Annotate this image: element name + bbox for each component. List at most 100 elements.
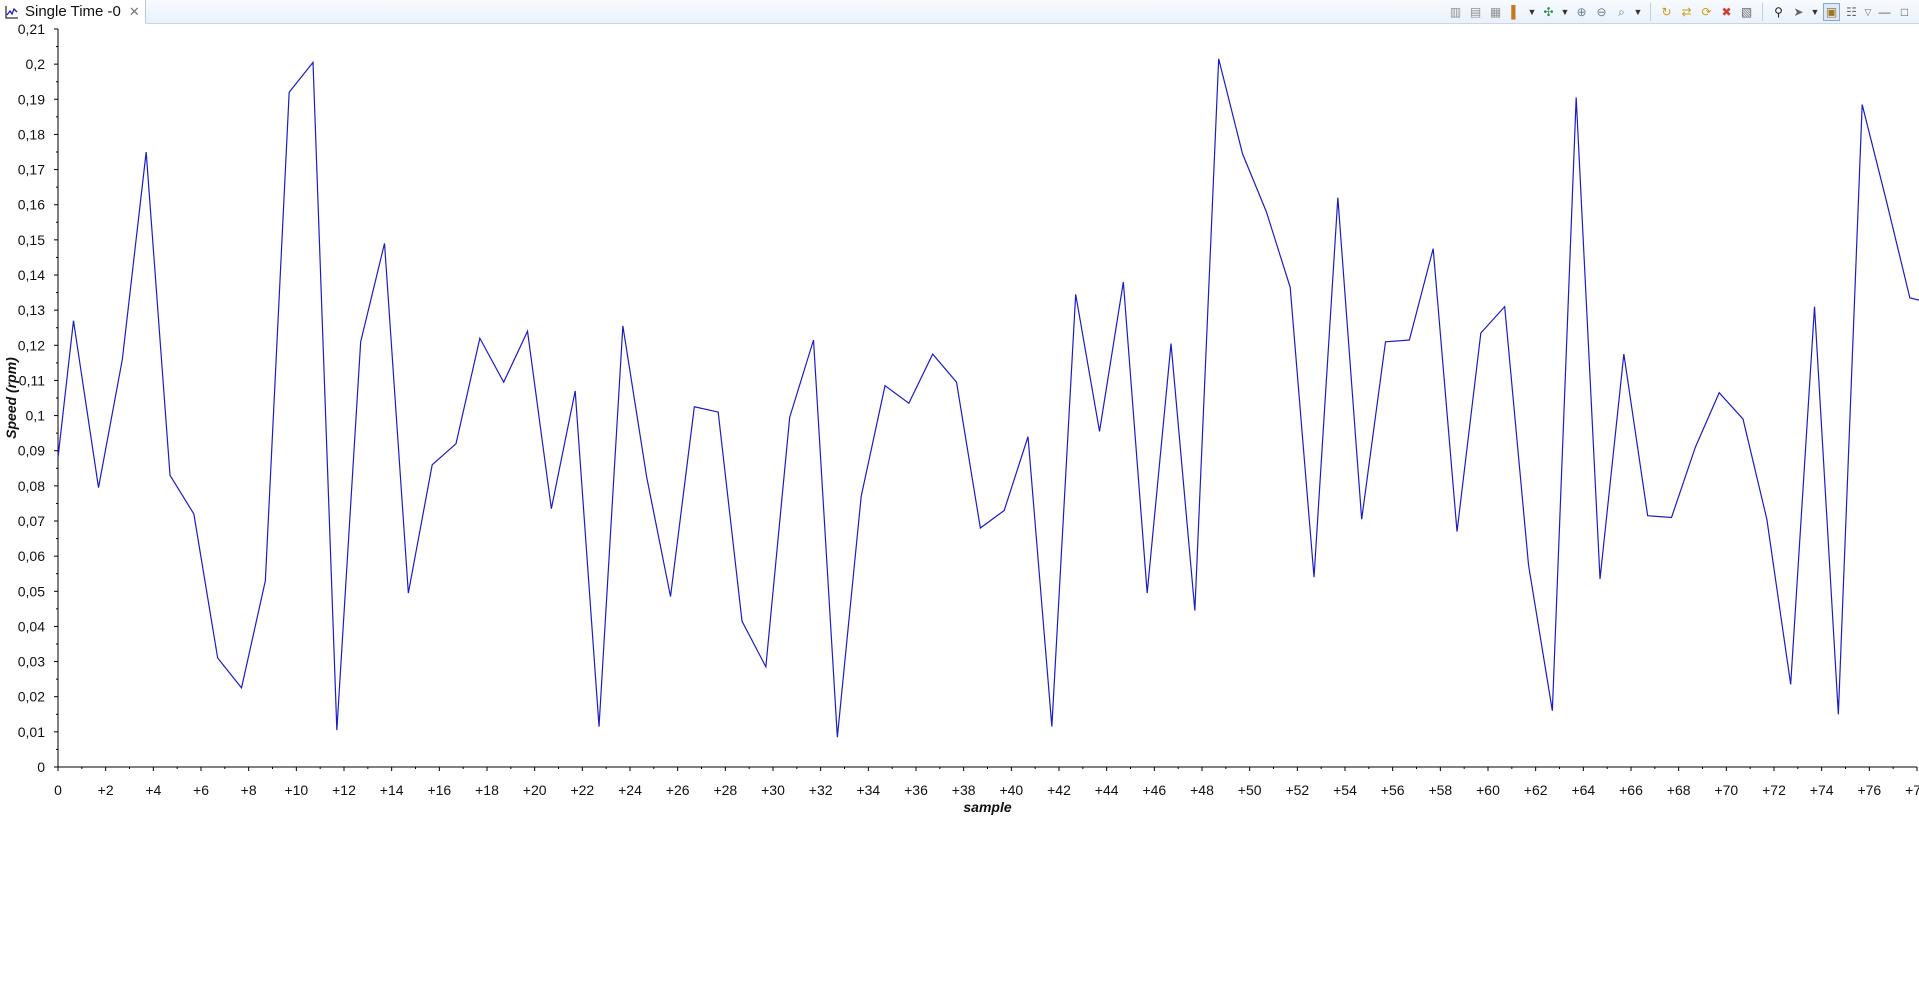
x-tick-label: +28: [713, 782, 737, 798]
series-icon[interactable]: ▌: [1507, 3, 1524, 21]
view-top-bar: Single Time -0 ✕ ▥ ▤ ▦ ▌ ▼ ✣ ▼ ⊕ ⊖ ⌕ ▼ ↻ ⇄ ⟳ ✖ ▧ ⚲ ➤ ▼ ▣ ☷ ▽ —…: [0, 0, 1919, 24]
zoom-fit-icon[interactable]: ⌕: [1613, 3, 1630, 21]
x-tick-label: +64: [1571, 782, 1595, 798]
x-tick-label: +76: [1857, 782, 1881, 798]
x-tick-label: +50: [1238, 782, 1262, 798]
x-tick-label: +40: [999, 782, 1023, 798]
export-icon[interactable]: ▧: [1738, 3, 1755, 21]
x-tick-label: +16: [427, 782, 451, 798]
y-tick-label: 0,07: [18, 513, 45, 529]
y-tick-label: 0,01: [18, 724, 45, 740]
x-tick-label: +58: [1428, 782, 1452, 798]
x-tick-label: +42: [1047, 782, 1071, 798]
x-tick-label: +54: [1333, 782, 1357, 798]
x-tick-label: +38: [952, 782, 976, 798]
x-axis-label: sample: [963, 799, 1011, 815]
speed-chart: 0 0,01 0,02 0,03 0,04 0,05 0,06 0,07 0,08 0,09 0,1…: [3, 21, 1919, 815]
x-tick-label: +68: [1667, 782, 1691, 798]
binoculars-icon[interactable]: ⚲: [1770, 3, 1787, 21]
close-icon[interactable]: ✕: [129, 4, 140, 20]
x-tick-label: +78: [1905, 782, 1919, 798]
series-menu-chevron-down-icon[interactable]: ▼: [1527, 3, 1537, 21]
chart-icon: [4, 4, 20, 20]
x-tick-label: +60: [1476, 782, 1500, 798]
x-tick-label: +62: [1524, 782, 1548, 798]
properties-icon[interactable]: ☷: [1843, 3, 1860, 21]
separator: [1762, 3, 1763, 21]
x-tick-label: +30: [761, 782, 785, 798]
y-tick-label: 0,06: [18, 548, 45, 564]
y-tick-label: 0,12: [18, 337, 45, 353]
zoom-in-icon[interactable]: ⊕: [1573, 3, 1590, 21]
y-tick-label: 0,09: [18, 443, 45, 459]
y-tick-label: 0,02: [18, 689, 45, 705]
y-tick-label: 0,04: [18, 618, 45, 634]
marker-menu-chevron-down-icon[interactable]: ▼: [1560, 3, 1570, 21]
separator: [1650, 3, 1651, 21]
x-tick-label: +52: [1285, 782, 1309, 798]
x-tick-label: +36: [904, 782, 928, 798]
clear-icon[interactable]: ✖: [1718, 3, 1735, 21]
y-tick-label: 0,08: [18, 478, 45, 494]
y-axis-label: Speed (rpm): [3, 357, 19, 439]
x-tick-label: +6: [193, 782, 209, 798]
x-tick-label: +44: [1095, 782, 1119, 798]
refresh-icon[interactable]: ↻: [1658, 3, 1675, 21]
x-tick-label: +72: [1762, 782, 1786, 798]
y-tick-label: 0,19: [18, 91, 45, 107]
pointer-menu-chevron-down-icon[interactable]: ▼: [1810, 3, 1820, 21]
tab-title: Single Time -0: [25, 2, 121, 20]
series-layer: [57, 58, 1919, 738]
maximize-icon[interactable]: □: [1896, 3, 1913, 21]
y-tick-label: 0,15: [18, 232, 45, 248]
axes: 0 0,01 0,02 0,03 0,04 0,05 0,06 0,07 0,08 0,09 0,1…: [3, 21, 1919, 815]
view-menu-chevron-down-icon[interactable]: ▽: [1863, 3, 1873, 21]
x-tick-label: +2: [98, 782, 114, 798]
pointer-icon[interactable]: ➤: [1790, 3, 1807, 21]
layout-icon[interactable]: ▣: [1823, 3, 1840, 21]
y-tick-label: 0,18: [18, 126, 45, 142]
y-tick-label: 0,03: [18, 654, 45, 670]
zoom-menu-chevron-down-icon[interactable]: ▼: [1633, 3, 1643, 21]
x-tick-label: +34: [856, 782, 880, 798]
x-tick-label: +14: [380, 782, 404, 798]
align-icon[interactable]: ▤: [1467, 3, 1484, 21]
x-tick-label: +4: [145, 782, 161, 798]
x-tick-label: +32: [809, 782, 833, 798]
y-tick-label: 0,16: [18, 197, 45, 213]
marker-icon[interactable]: ✣: [1540, 3, 1557, 21]
tab-single-time[interactable]: Single Time -0 ✕: [0, 0, 146, 24]
y-tick-label: 0,14: [18, 267, 45, 283]
y-tick-label: 0,05: [18, 583, 45, 599]
x-tick-label: +12: [332, 782, 356, 798]
x-tick-label: +48: [1190, 782, 1214, 798]
y-tick-label: 0,21: [18, 24, 45, 37]
plot-settings-icon[interactable]: ▥: [1447, 3, 1464, 21]
x-tick-label: +20: [523, 782, 547, 798]
x-tick-label: +26: [666, 782, 690, 798]
zoom-out-icon[interactable]: ⊖: [1593, 3, 1610, 21]
x-tick-label: +22: [570, 782, 594, 798]
single-time-view: Single Time -0 ✕ ▥ ▤ ▦ ▌ ▼ ✣ ▼ ⊕ ⊖ ⌕ ▼ ↻ ⇄ ⟳ ✖ ▧ ⚲ ➤ ▼ ▣ ☷ ▽ —…: [0, 0, 1919, 995]
x-tick-label: +8: [241, 782, 257, 798]
x-tick-label: +46: [1142, 782, 1166, 798]
update-icon[interactable]: ⟳: [1698, 3, 1715, 21]
x-tick-label: +66: [1619, 782, 1643, 798]
y-tick-label: 0,1: [26, 408, 46, 424]
x-tick-label: +18: [475, 782, 499, 798]
x-tick-label: +70: [1714, 782, 1738, 798]
x-tick-label: +24: [618, 782, 642, 798]
speed-series-line: [57, 58, 1919, 738]
x-tick-label: +74: [1810, 782, 1834, 798]
y-tick-label: 0,2: [26, 56, 46, 72]
minimize-icon[interactable]: —: [1876, 3, 1893, 21]
x-tick-label: +10: [284, 782, 308, 798]
x-tick-label: +56: [1381, 782, 1405, 798]
y-tick-label: 0,13: [18, 302, 45, 318]
chart-area: 0 0,01 0,02 0,03 0,04 0,05 0,06 0,07 0,08 0,09 0,1…: [0, 21, 1919, 995]
y-tick-label: 0,11: [19, 372, 45, 388]
chart-toolbar: ▥ ▤ ▦ ▌ ▼ ✣ ▼ ⊕ ⊖ ⌕ ▼ ↻ ⇄ ⟳ ✖ ▧ ⚲ ➤ ▼ ▣ ☷ ▽ — □: [1447, 1, 1913, 23]
y-tick-label: 0: [37, 759, 45, 775]
format-icon[interactable]: ▦: [1487, 3, 1504, 21]
sync-icon[interactable]: ⇄: [1678, 3, 1695, 21]
